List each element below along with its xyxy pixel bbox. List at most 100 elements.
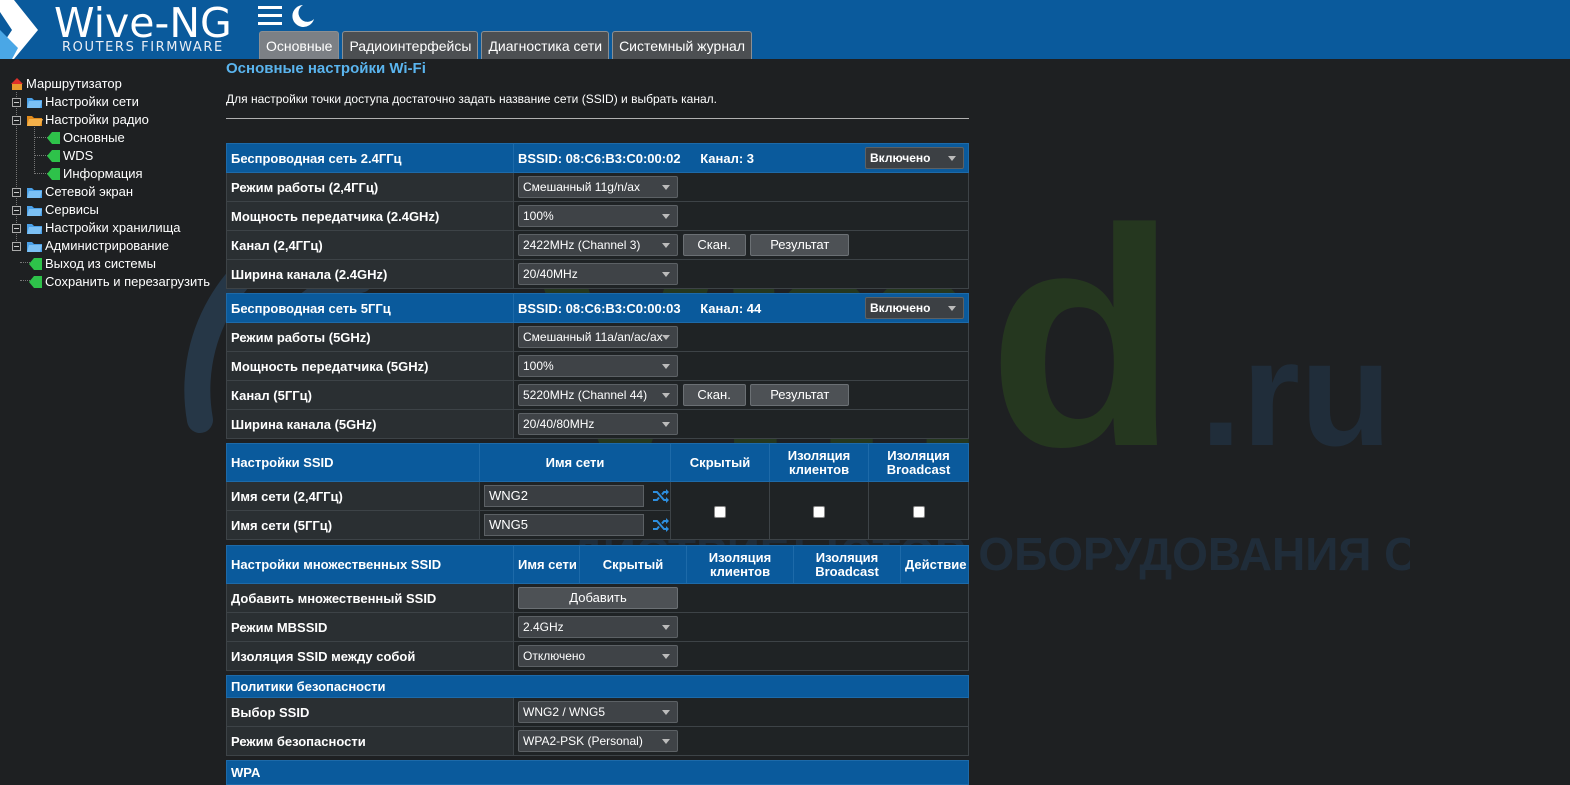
shuffle-icon[interactable] xyxy=(652,517,670,533)
wpa-table: WPA xyxy=(226,760,969,785)
table-row: Канал (2,4ГГц) 2422MHz (Channel 3) Скан.… xyxy=(226,230,969,260)
sidebar-item-label: WDS xyxy=(63,148,94,163)
wifi5-scan-button[interactable]: Скан. xyxy=(682,384,746,406)
mbssid-col-isolation: Изоляция клиентов xyxy=(686,545,794,584)
table-row: Мощность передатчика (5GHz) 100% xyxy=(226,351,969,381)
wifi5-power-select[interactable]: 100% xyxy=(518,355,678,377)
page-title: Основные настройки Wi-Fi xyxy=(226,60,426,77)
expand-icon[interactable] xyxy=(12,242,21,251)
shuffle-icon[interactable] xyxy=(652,488,670,504)
ssid-client-isolation-checkbox[interactable] xyxy=(813,505,825,518)
sidebar-item-label: Настройки хранилища xyxy=(45,220,181,235)
sidebar-item-label: Сохранить и перезагрузить xyxy=(45,274,210,289)
hamburger-menu-icon[interactable] xyxy=(258,4,284,26)
ssid-broadcast-isolation-checkbox[interactable] xyxy=(912,505,925,518)
sidebar-item-label: Настройки сети xyxy=(45,94,139,109)
sidebar-item-label: Информация xyxy=(63,166,143,181)
folder-icon xyxy=(27,242,42,252)
wifi5-width-select[interactable]: 20/40/80MHz xyxy=(518,413,678,435)
security-header-row: Политики безопасности xyxy=(226,675,969,698)
folder-icon xyxy=(27,206,42,216)
tab-main[interactable]: Основные xyxy=(259,31,340,59)
tree-connector xyxy=(16,92,17,245)
mbssid-col-broadcast-l2: Broadcast xyxy=(815,563,879,579)
wifi5-mode-select[interactable]: Смешанный 11a/an/ac/ax xyxy=(518,326,678,348)
ssid-col-hidden: Скрытый xyxy=(670,443,770,482)
wifi5-state-select[interactable]: Включено xyxy=(865,297,964,319)
tab-network-diagnostics[interactable]: Диагностика сети xyxy=(481,31,610,59)
mbssid-isolation-select[interactable]: Отключено xyxy=(518,645,678,667)
mbssid-isolation-label: Изоляция SSID между собой xyxy=(226,641,514,671)
house-icon xyxy=(11,78,23,90)
table-row: Канал (5ГГц) 5220MHz (Channel 44) Скан. … xyxy=(226,380,969,410)
expand-icon[interactable] xyxy=(12,98,21,107)
wifi24-width-select[interactable]: 20/40MHz xyxy=(518,263,678,285)
expand-icon[interactable] xyxy=(12,188,21,197)
mbssid-add-button[interactable]: Добавить xyxy=(518,587,678,609)
security-table: Политики безопасности Выбор SSID WNG2 / … xyxy=(226,675,969,756)
logo-subtitle: ROUTERS FIRMWARE xyxy=(62,40,224,55)
wifi24-power-select[interactable]: 100% xyxy=(518,205,678,227)
wifi24-result-button[interactable]: Результат xyxy=(750,234,850,256)
ssid-col-broadcast: Изоляция Broadcast xyxy=(868,443,969,482)
mbssid-col-action: Действие xyxy=(900,545,969,584)
divider xyxy=(226,118,969,119)
folder-icon xyxy=(27,224,42,234)
open-folder-icon xyxy=(27,116,43,126)
sidebar-root-label: Маршрутизатор xyxy=(26,76,122,91)
ssid-col-isolation-l1: Изоляция xyxy=(787,447,851,463)
security-mode-label: Режим безопасности xyxy=(226,726,514,756)
table-row: Режим MBSSID 2.4GHz xyxy=(226,612,969,642)
wifi5-header-row: Беспроводная сеть 5ГГц BSSID: 08:C6:B3:C… xyxy=(226,293,969,323)
wifi24-power-label: Мощность передатчика (2.4GHz) xyxy=(226,201,514,231)
security-header: Политики безопасности xyxy=(226,675,969,698)
mbssid-col-name: Имя сети xyxy=(513,545,580,584)
sidebar-item-label: Сетевой экран xyxy=(45,184,134,199)
expand-icon[interactable] xyxy=(12,206,21,215)
tab-radio-interfaces[interactable]: Радиоинтерфейсы xyxy=(342,31,479,59)
sidebar-item-label: Настройки радио xyxy=(45,112,149,127)
green-leaf-icon xyxy=(47,150,60,162)
wifi24-state-select[interactable]: Включено xyxy=(865,147,964,169)
wifi24-status-cell: BSSID: 08:C6:B3:C0:00:02 Канал: 3 Включе… xyxy=(513,143,969,173)
folder-icon xyxy=(27,98,42,108)
wifi5-result-button[interactable]: Результат xyxy=(750,384,850,406)
wifi24-table: Беспроводная сеть 2.4ГГц BSSID: 08:C6:B3… xyxy=(226,143,969,289)
top-tabs: Основные Радиоинтерфейсы Диагностика сет… xyxy=(259,31,753,59)
mbssid-table: Настройки множественных SSID Имя сети Ск… xyxy=(226,545,969,671)
ssid-hidden-checkbox[interactable] xyxy=(714,505,726,518)
ssid-col-broadcast-l1: Изоляция xyxy=(887,447,950,463)
wifi24-mode-select[interactable]: Смешанный 11g/n/ax xyxy=(518,176,678,198)
security-mode-select[interactable]: WPA2-PSK (Personal) xyxy=(518,730,678,752)
watermark-tld: .ru xyxy=(1200,309,1392,477)
wifi5-table: Беспроводная сеть 5ГГц BSSID: 08:C6:B3:C… xyxy=(226,293,969,439)
wifi24-width-label: Ширина канала (2.4GHz) xyxy=(226,259,514,289)
table-row: Изоляция SSID между собой Отключено xyxy=(226,641,969,671)
ssid-header-row: Настройки SSID Имя сети Скрытый Изоляция… xyxy=(226,443,969,482)
wifi5-power-label: Мощность передатчика (5GHz) xyxy=(226,351,514,381)
moon-theme-icon[interactable] xyxy=(289,4,315,28)
wpa-header-row: WPA xyxy=(226,760,969,785)
wifi24-scan-button[interactable]: Скан. xyxy=(682,234,746,256)
mbssid-col-broadcast: Изоляция Broadcast xyxy=(793,545,901,584)
tab-system-log[interactable]: Системный журнал xyxy=(612,31,753,59)
ssid24-input[interactable]: WNG2 xyxy=(484,485,644,507)
table-row: Режим работы (2,4ГГц) Смешанный 11g/n/ax xyxy=(226,172,969,202)
ssid5-input[interactable]: WNG5 xyxy=(484,514,644,536)
wpa-header: WPA xyxy=(226,760,969,785)
security-ssid-select[interactable]: WNG2 / WNG5 xyxy=(518,701,678,723)
wifi5-bssid: BSSID: 08:C6:B3:C0:00:03 xyxy=(518,300,681,316)
wifi5-channel-select[interactable]: 5220MHz (Channel 44) xyxy=(518,384,678,406)
wifi24-mode-label: Режим работы (2,4ГГц) xyxy=(226,172,514,202)
wifi24-channel-label: Канал (2,4ГГц) xyxy=(226,230,514,260)
wifi24-channel-select[interactable]: 2422MHz (Channel 3) xyxy=(518,234,678,256)
collapse-icon[interactable] xyxy=(12,116,21,125)
expand-icon[interactable] xyxy=(12,224,21,233)
table-row: Ширина канала (2.4GHz) 20/40MHz xyxy=(226,259,969,289)
folder-icon xyxy=(27,188,42,198)
sidebar-item-label: Основные xyxy=(63,130,125,145)
green-leaf-icon xyxy=(29,276,42,288)
ssid-col-isolation-l2: клиентов xyxy=(788,461,850,477)
tree-connector xyxy=(34,127,35,174)
mbssid-mode-select[interactable]: 2.4GHz xyxy=(518,616,678,638)
